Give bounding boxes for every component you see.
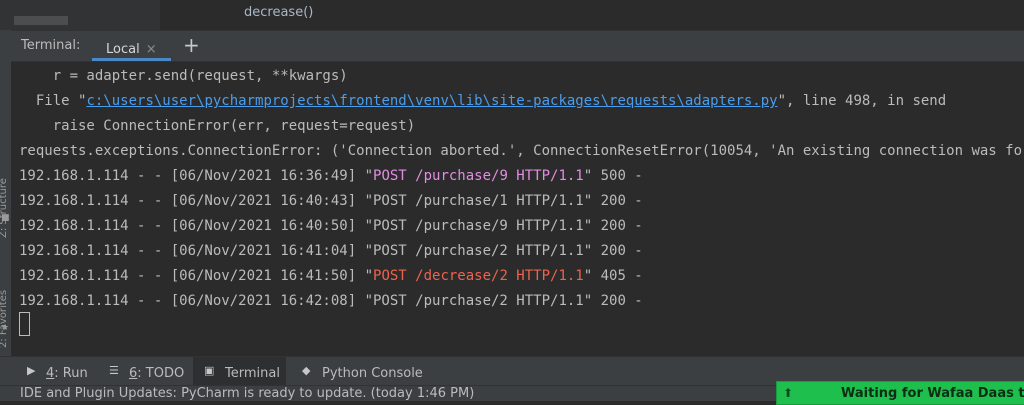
terminal-line: 192.168.1.114 - - [06/Nov/2021 16:40:43]… [19,193,643,209]
request-error-highlight: POST /decrease/2 HTTP/1.1 [373,268,584,284]
sync-icon: ⬆ [783,386,794,400]
tab-local-label: Local [106,42,140,57]
tab-run[interactable]: ▶ 4: Run [20,357,100,386]
tab-terminal-label: Terminal [225,366,280,381]
line-prefix: 192.168.1.114 - - [06/Nov/2021 16:41:50]… [19,268,374,284]
line-suffix: ", line 498, in send [777,93,947,109]
tab-python-console-label: Python Console [322,366,423,381]
editor-visible-line[interactable]: decrease() [244,5,313,20]
tab-python-console[interactable]: ◆ Python Console [292,357,432,386]
editor-gutter [0,0,160,30]
tab-todo[interactable]: ☰ 6: TODO [105,357,190,386]
todo-icon: ☰ [109,364,119,377]
terminal-line: 192.168.1.114 - - [06/Nov/2021 16:41:50]… [19,268,643,284]
notification-text: Waiting for Wafaa Daas to... [841,386,1024,401]
terminal-line: 192.168.1.114 - - [06/Nov/2021 16:41:04]… [19,243,643,259]
terminal-icon: ▣ [204,364,215,377]
terminal-line: raise ConnectionError(err, request=reque… [19,118,416,134]
terminal-line: 192.168.1.114 - - [06/Nov/2021 16:36:49]… [19,168,643,184]
editor-strip: decrease() [0,0,1024,31]
notification-toast[interactable]: ⬆ Waiting for Wafaa Daas to... [776,381,1024,405]
tab-local[interactable]: Local × [92,31,171,61]
request-highlight: POST /purchase/9 HTTP/1.1 [373,168,584,184]
add-tab-icon[interactable]: + [183,33,200,57]
line-prefix: 192.168.1.114 - - [06/Nov/2021 16:36:49]… [19,168,374,184]
tab-run-label: : Run [54,366,88,381]
close-icon[interactable]: × [146,42,157,57]
gutter-marker [14,16,68,25]
terminal-output[interactable]: r = adapter.send(request, **kwargs) File… [11,62,1024,356]
python-icon: ◆ [302,364,311,377]
terminal-line: requests.exceptions.ConnectionError: ('C… [19,143,1024,159]
terminal-header: Terminal: Local × + [11,31,1024,62]
status-message[interactable]: IDE and Plugin Updates: PyCharm is ready… [20,386,474,401]
structure-icon: ■ [1,213,10,223]
favorites-star-icon: ★ [1,323,10,333]
favorites-side-tab[interactable]: 2: Favorites [0,290,9,348]
tab-terminal[interactable]: ▣ Terminal [193,357,286,386]
terminal-line: 192.168.1.114 - - [06/Nov/2021 16:40:50]… [19,218,643,234]
terminal-line: 192.168.1.114 - - [06/Nov/2021 16:42:08]… [19,293,643,309]
line-suffix: " 500 - [583,168,643,184]
tab-todo-label: : TODO [137,366,185,381]
line-suffix: " 405 - [583,268,643,284]
terminal-title: Terminal: [21,38,81,53]
terminal-cursor[interactable] [19,312,30,336]
terminal-line: File "c:\users\user\pycharmprojects\fron… [19,93,946,109]
terminal-line: r = adapter.send(request, **kwargs) [19,68,348,84]
file-link[interactable]: c:\users\user\pycharmprojects\frontend\v… [86,93,777,109]
line-prefix: File " [19,93,87,109]
structure-side-tab[interactable]: Z: Structure [0,178,9,238]
active-tab-indicator [92,58,171,61]
run-icon: ▶ [27,364,36,377]
